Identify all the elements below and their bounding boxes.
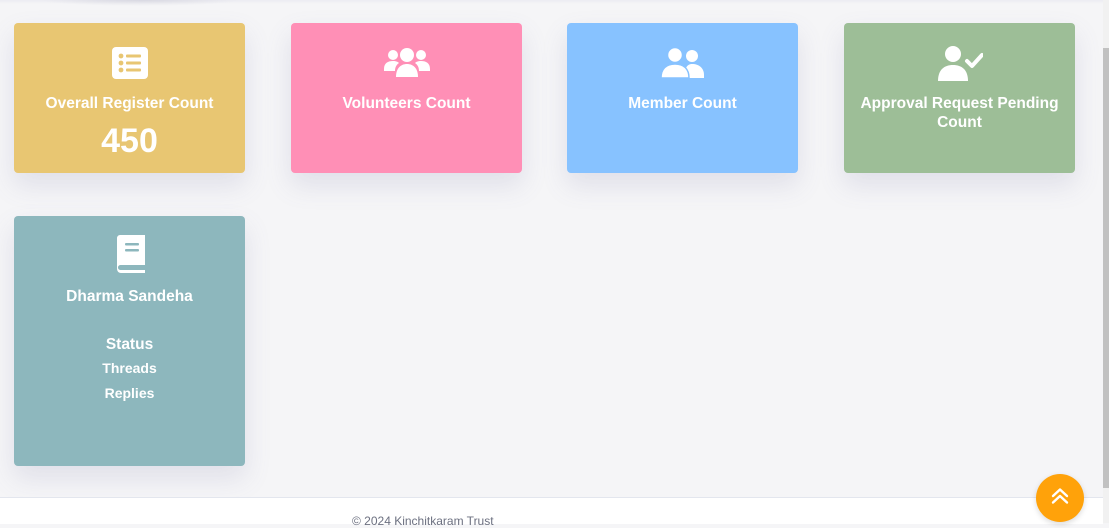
card-title: Overall Register Count xyxy=(45,95,214,112)
register-count-card[interactable]: Overall Register Count 450 xyxy=(14,23,245,173)
user-friends-icon xyxy=(567,45,798,81)
top-shadow xyxy=(40,0,240,6)
volunteers-count-card[interactable]: Volunteers Count xyxy=(291,23,522,173)
card-title: Volunteers Count xyxy=(342,95,471,112)
vertical-scrollbar[interactable] xyxy=(1103,0,1109,523)
users-icon xyxy=(291,45,522,81)
member-count-card[interactable]: Member Count xyxy=(567,23,798,173)
card-count: 450 xyxy=(101,122,158,160)
book-icon xyxy=(14,235,245,273)
scrollbar-thumb[interactable] xyxy=(1103,48,1109,488)
scroll-to-top-button[interactable] xyxy=(1036,474,1084,522)
double-chevron-up-icon xyxy=(1050,487,1070,510)
list-alt-icon xyxy=(14,45,245,81)
copyright-text: © 2024 Kinchitkaram Trust xyxy=(352,514,494,528)
threads-label: Threads xyxy=(102,360,157,376)
footer: © 2024 Kinchitkaram Trust xyxy=(0,497,1103,528)
approval-pending-count-card[interactable]: Approval Request Pending Count xyxy=(844,23,1075,173)
replies-label: Replies xyxy=(104,385,155,401)
card-title: Dharma Sandeha xyxy=(66,288,193,305)
dharma-sandeha-card[interactable]: Dharma Sandeha Status Threads Replies xyxy=(14,216,245,466)
status-label: Status xyxy=(105,336,154,353)
user-check-icon xyxy=(844,45,1075,81)
card-title: Approval Request Pending Count xyxy=(860,95,1059,131)
card-title: Member Count xyxy=(628,95,737,112)
